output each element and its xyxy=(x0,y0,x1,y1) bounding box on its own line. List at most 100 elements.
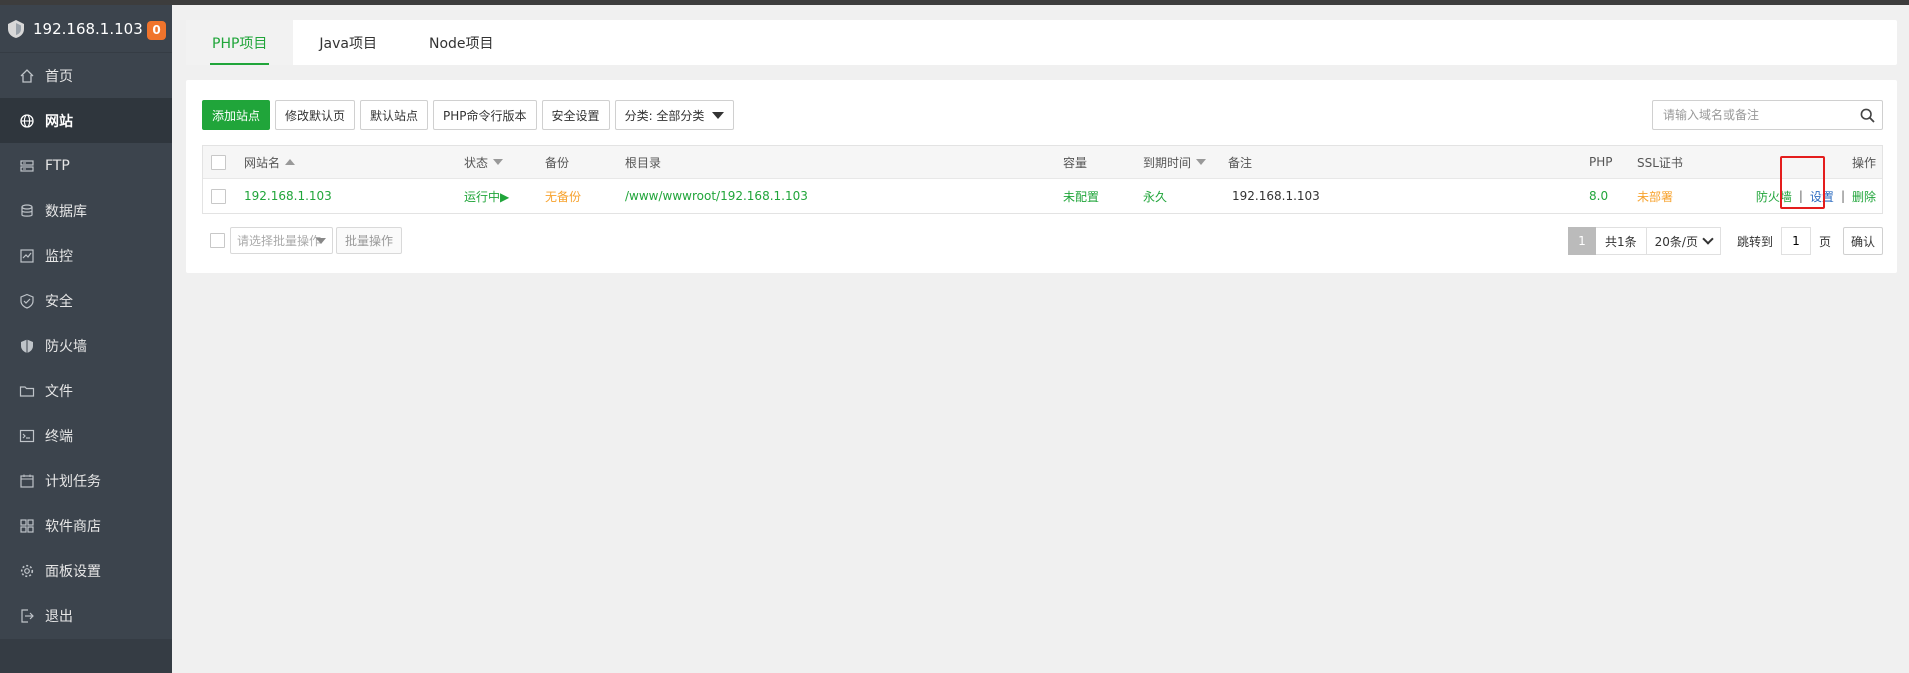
select-all-checkbox[interactable] xyxy=(211,154,226,170)
header-root-dir: 根目录 xyxy=(625,155,662,170)
header-ops: 操作 xyxy=(1851,155,1876,170)
header-php: PHP xyxy=(1589,155,1613,169)
footer-select-all-checkbox[interactable] xyxy=(210,233,225,248)
sidebar-item-label: 软件商店 xyxy=(45,518,101,535)
sidebar-item-files[interactable]: 文件 xyxy=(0,368,172,413)
per-page-select[interactable]: 20条/页 xyxy=(1646,227,1721,255)
home-icon xyxy=(19,68,35,84)
notification-badge[interactable]: 0 xyxy=(147,21,166,40)
site-name-link[interactable]: 192.168.1.103 xyxy=(244,179,332,213)
php-cli-version-button[interactable]: PHP命令行版本 xyxy=(433,100,537,130)
bt-logo-icon xyxy=(8,19,24,38)
batch-action-select[interactable]: 请选择批量操作 xyxy=(230,227,333,254)
total-count: 共1条 xyxy=(1595,227,1647,255)
sidebar-item-label: 安全 xyxy=(45,293,73,310)
project-tabs: PHP项目 Java项目 Node项目 xyxy=(186,20,1897,65)
sidebar-item-monitor[interactable]: 监控 xyxy=(0,233,172,278)
action-separator: | xyxy=(1798,189,1803,203)
ftp-icon xyxy=(19,158,35,174)
sidebar-item-security[interactable]: 安全 xyxy=(0,278,172,323)
sidebar: 192.168.1.103 0 首页 网站 FTP 数据库 监控 安全 防火墙 … xyxy=(0,5,172,673)
server-host: 192.168.1.103 xyxy=(33,19,143,38)
remark-value[interactable]: 192.168.1.103 xyxy=(1232,179,1320,213)
delete-link[interactable]: 删除 xyxy=(1852,188,1876,205)
sidebar-item-label: 首页 xyxy=(45,68,73,85)
header-site-name[interactable]: 网站名 xyxy=(244,146,296,178)
gear-icon xyxy=(19,563,35,579)
batch-action-placeholder: 请选择批量操作 xyxy=(237,234,322,248)
edit-default-page-button[interactable]: 修改默认页 xyxy=(275,100,356,130)
sidebar-item-label: 监控 xyxy=(45,248,73,265)
sidebar-menu: 首页 网站 FTP 数据库 监控 安全 防火墙 文件 终端 计划任务 软件商店 … xyxy=(0,53,172,638)
sidebar-item-ftp[interactable]: FTP xyxy=(0,143,172,188)
logout-icon xyxy=(19,608,35,624)
sidebar-item-database[interactable]: 数据库 xyxy=(0,188,172,233)
category-select-label: 分类: 全部分类 xyxy=(624,108,705,123)
current-page[interactable]: 1 xyxy=(1567,227,1596,255)
header-expire[interactable]: 到期时间 xyxy=(1143,146,1207,178)
chevron-down-icon xyxy=(1702,233,1714,245)
site-list-panel: 添加站点 修改默认页 默认站点 PHP命令行版本 安全设置 分类: 全部分类 网… xyxy=(186,80,1897,273)
header-remark: 备注 xyxy=(1228,155,1253,170)
security-settings-button[interactable]: 安全设置 xyxy=(541,100,610,130)
table-row: 192.168.1.103 运行中▶ 无备份 /www/wwwroot/192.… xyxy=(203,179,1882,213)
row-checkbox[interactable] xyxy=(211,188,226,204)
sidebar-item-store[interactable]: 软件商店 xyxy=(0,503,172,548)
backup-status[interactable]: 无备份 xyxy=(545,179,581,213)
category-select[interactable]: 分类: 全部分类 xyxy=(614,100,735,130)
sidebar-item-label: 网站 xyxy=(45,113,73,130)
sort-desc-icon xyxy=(1196,159,1207,165)
sidebar-item-website[interactable]: 网站 xyxy=(0,98,172,143)
tab-php[interactable]: PHP项目 xyxy=(186,20,294,65)
ssl-status[interactable]: 未部署 xyxy=(1637,179,1673,213)
sidebar-item-label: FTP xyxy=(45,157,70,174)
sort-asc-icon xyxy=(285,159,296,165)
monitor-icon xyxy=(19,248,35,264)
status-running[interactable]: 运行中▶ xyxy=(464,179,509,213)
site-table: 网站名 状态 备份 根目录 容量 到期时间 备注 PHP SSL证书 操作 19… xyxy=(202,145,1883,214)
sidebar-item-terminal[interactable]: 终端 xyxy=(0,413,172,458)
root-dir-link[interactable]: /www/wwwroot/192.168.1.103 xyxy=(625,179,808,213)
jump-page-input[interactable] xyxy=(1780,227,1811,255)
sidebar-footer xyxy=(0,639,172,673)
sidebar-item-home[interactable]: 首页 xyxy=(0,53,172,98)
add-site-button[interactable]: 添加站点 xyxy=(202,100,271,130)
php-version[interactable]: 8.0 xyxy=(1589,179,1608,213)
header-backup: 备份 xyxy=(545,155,570,170)
sidebar-item-settings[interactable]: 面板设置 xyxy=(0,548,172,593)
firewall-link[interactable]: 防火墙 xyxy=(1756,188,1792,205)
expire-value[interactable]: 永久 xyxy=(1143,179,1167,213)
header-ssl: SSL证书 xyxy=(1637,155,1683,170)
capacity-value[interactable]: 未配置 xyxy=(1063,179,1099,213)
table-header-row: 网站名 状态 备份 根目录 容量 到期时间 备注 PHP SSL证书 操作 xyxy=(203,146,1882,179)
pagination: 1 共1条 20条/页 跳转到 页 确认 xyxy=(1567,227,1883,255)
row-actions: 防火墙 | 设置 | 删除 xyxy=(1756,179,1876,213)
shield-icon xyxy=(19,293,35,309)
sidebar-item-label: 计划任务 xyxy=(45,473,101,490)
sidebar-item-label: 文件 xyxy=(45,383,73,400)
tab-node[interactable]: Node项目 xyxy=(403,20,520,65)
caret-down-icon xyxy=(712,111,725,119)
batch-action-button[interactable]: 批量操作 xyxy=(336,227,403,254)
header-status[interactable]: 状态 xyxy=(464,146,504,178)
action-separator: | xyxy=(1840,189,1845,203)
header-expire-label: 到期时间 xyxy=(1143,155,1192,170)
search-icon[interactable] xyxy=(1852,101,1882,129)
sidebar-item-label: 数据库 xyxy=(45,203,87,220)
terminal-icon xyxy=(19,428,35,444)
header-site-name-label: 网站名 xyxy=(244,155,281,170)
sidebar-item-label: 防火墙 xyxy=(45,338,87,355)
sidebar-item-firewall[interactable]: 防火墙 xyxy=(0,323,172,368)
sidebar-item-label: 面板设置 xyxy=(45,563,101,580)
default-site-button[interactable]: 默认站点 xyxy=(360,100,429,130)
search-input[interactable] xyxy=(1653,101,1852,129)
sidebar-item-label: 退出 xyxy=(45,608,73,625)
sort-desc-icon xyxy=(493,159,504,165)
tab-java[interactable]: Java项目 xyxy=(293,20,403,65)
confirm-jump-button[interactable]: 确认 xyxy=(1842,227,1883,255)
select-all-cell xyxy=(211,146,226,178)
page-unit: 页 xyxy=(1818,234,1831,249)
sidebar-item-cron[interactable]: 计划任务 xyxy=(0,458,172,503)
sidebar-item-logout[interactable]: 退出 xyxy=(0,593,172,638)
settings-link[interactable]: 设置 xyxy=(1810,188,1834,205)
